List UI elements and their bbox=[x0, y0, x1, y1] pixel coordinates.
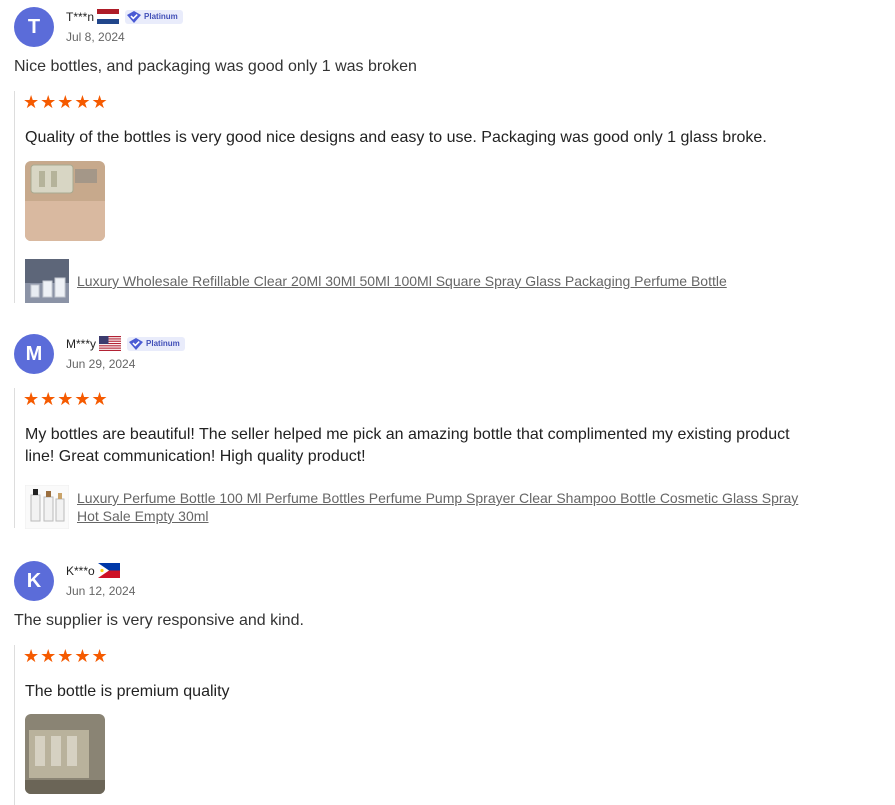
review-detail: ★★★★★ Quality of the bottles is very goo… bbox=[14, 91, 845, 303]
reviewer-line: M***y Platinum bbox=[66, 336, 185, 351]
reviewer-name: K***o bbox=[66, 563, 95, 578]
review-text: The bottle is premium quality bbox=[25, 683, 230, 700]
review-detail: ★★★★★ The bottle is premium quality bbox=[14, 645, 845, 805]
reviewer-name: T***n bbox=[66, 9, 95, 24]
review-detail: ★★★★★ My bottles are beautiful! The sell… bbox=[14, 388, 845, 529]
product-thumbnail[interactable] bbox=[25, 259, 69, 303]
product-link-row[interactable]: Luxury Perfume Bottle 100 Ml Perfume Bot… bbox=[25, 485, 845, 529]
star-rating: ★★★★★ bbox=[23, 92, 109, 112]
review-text: My bottles are beautiful! The seller hel… bbox=[25, 426, 790, 465]
verified-icon bbox=[127, 10, 142, 23]
review-date: Jun 12, 2024 bbox=[66, 584, 136, 598]
review-photo[interactable] bbox=[25, 714, 105, 794]
verified-icon bbox=[129, 337, 144, 350]
reviewer-line: K***o bbox=[66, 563, 120, 578]
review-photo[interactable] bbox=[25, 161, 105, 241]
review-summary: Nice bottles, and packaging was good onl… bbox=[14, 58, 417, 75]
review-summary: The supplier is very responsive and kind… bbox=[14, 612, 304, 629]
usa-flag-icon bbox=[99, 336, 122, 351]
review-date: Jul 8, 2024 bbox=[66, 30, 125, 44]
badge-label: Platinum bbox=[144, 12, 178, 21]
reviewer-name: M***y bbox=[66, 336, 97, 351]
star-rating: ★★★★★ bbox=[23, 646, 109, 666]
platinum-badge: Platinum bbox=[125, 9, 183, 24]
review-date: Jun 29, 2024 bbox=[66, 357, 136, 371]
badge-label: Platinum bbox=[146, 339, 180, 348]
reviewer-line: T***n Platinum bbox=[66, 9, 183, 24]
product-link[interactable]: Luxury Perfume Bottle 100 Ml Perfume Bot… bbox=[77, 489, 807, 525]
product-thumbnail[interactable] bbox=[25, 485, 69, 529]
glass-bottle-photo bbox=[25, 161, 105, 241]
avatar: M bbox=[14, 334, 54, 374]
netherlands-flag-icon bbox=[97, 9, 120, 24]
bottle-box-photo bbox=[25, 714, 105, 794]
product-link-row[interactable]: Luxury Wholesale Refillable Clear 20Ml 3… bbox=[25, 259, 845, 303]
avatar: T bbox=[14, 7, 54, 47]
product-link[interactable]: Luxury Wholesale Refillable Clear 20Ml 3… bbox=[77, 272, 727, 290]
philippines-flag-icon bbox=[97, 563, 120, 578]
platinum-badge: Platinum bbox=[127, 336, 185, 351]
review-text: Quality of the bottles is very good nice… bbox=[25, 129, 767, 146]
star-rating: ★★★★★ bbox=[23, 389, 109, 409]
avatar: K bbox=[14, 561, 54, 601]
